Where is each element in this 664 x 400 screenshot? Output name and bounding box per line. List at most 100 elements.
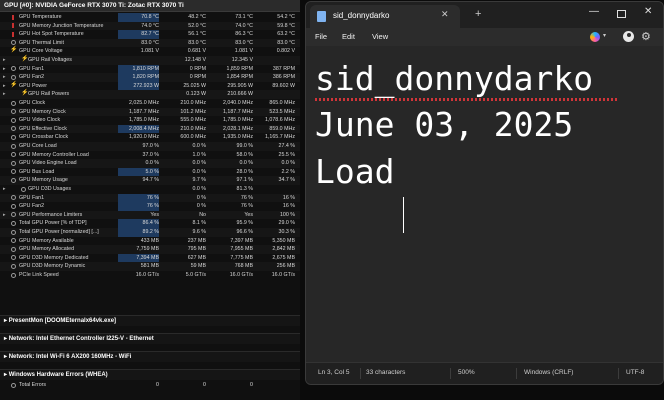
window-close-icon[interactable]: ✕ xyxy=(644,6,652,17)
sensor-min-value: 0.681 V xyxy=(187,48,206,55)
sensor-row[interactable]: GPU D3D Memory Dedicated 7,394 MB 627 MB 7,… xyxy=(0,253,300,263)
account-icon[interactable] xyxy=(623,31,634,42)
sensor-label: GPU D3D Memory Dedicated xyxy=(19,254,89,261)
sensor-row[interactable]: GPU Memory Available 433 MB 237 MB 7,397 MB… xyxy=(0,237,300,246)
sensor-row[interactable]: ▸ ⚡ GPU Power 272.923 W 25.025 W 295.905 W 89.… xyxy=(0,81,300,91)
sensor-row[interactable]: GPU Effective Clock 2,008.4 MHz 210.0 MHz 2… xyxy=(0,124,300,134)
sensor-label: GPU Rail Voltages xyxy=(28,57,72,63)
fan-icon xyxy=(11,203,16,209)
sensor-row[interactable]: Total Errors 0 0 0 xyxy=(0,381,300,390)
sensor-row[interactable]: ⚡ GPU Core Voltage 1.081 V 0.681 V 1.081 V 0.… xyxy=(0,47,300,56)
menu-edit[interactable]: Edit xyxy=(342,32,355,41)
sensor-current-value: 581 MB xyxy=(140,263,159,270)
sensor-row[interactable]: GPU Core Load 97.0 % 0.0 % 99.0 % 27.4 % xyxy=(0,142,300,151)
sensor-row[interactable]: GPU Bus Load 5.0 % 0.0 % 28.0 % 2.2 % xyxy=(0,167,300,177)
sensor-row[interactable]: GPU Thermal Limit 83.0 °C 83.0 °C 83.0 °C 83… xyxy=(0,38,300,48)
sensor-label: GPU Memory Clock xyxy=(19,108,66,115)
sensor-group-header[interactable]: ▸ Windows Hardware Errors (WHEA) xyxy=(0,369,300,380)
sensor-row[interactable]: ▸ ⚡ GPU Rail Powers 0.123 W 210.666 W xyxy=(0,90,300,99)
sensor-max-value: 210.666 W xyxy=(227,91,253,98)
title-bar[interactable]: sid_donnydarko ✕ + — ✕ xyxy=(306,2,663,28)
sensor-min-value: 56.1 °C xyxy=(188,31,206,38)
sensor-row[interactable]: GPU Memory Clock 1,187.7 MHz 101.2 MHz 1,18… xyxy=(0,107,300,117)
sensor-min-value: 600.0 MHz xyxy=(180,134,206,141)
sensor-row[interactable]: ▸ GPU Performance Limiters Yes No Yes 100 % xyxy=(0,210,300,220)
sensor-group-header[interactable]: ▸ Network: Intel Ethernet Controller I22… xyxy=(0,333,300,344)
sensor-avg-value: 83.0 °C xyxy=(277,39,295,46)
sensor-row[interactable]: GPU Fan1 76 % 0 % 76 % 16 % xyxy=(0,193,300,203)
sensor-row[interactable]: PCIe Link Speed 16.0 GT/s 5.0 GT/s 16.0 GT/… xyxy=(0,271,300,280)
sensor-group-header[interactable]: ▸ PresentMon [DOOMEternalx64vk.exe] xyxy=(0,315,300,326)
zoom-level[interactable]: 500% xyxy=(458,369,475,376)
line-ending[interactable]: Windows (CRLF) xyxy=(524,369,573,376)
minimize-icon[interactable]: — xyxy=(589,6,599,17)
sensor-label: GPU Core Load xyxy=(19,143,57,149)
sensor-label: Total GPU Power [% of TDP] xyxy=(19,220,87,227)
sensor-min-value: 0 RPM xyxy=(189,65,206,72)
sensor-group-header[interactable]: ▸ Network: Intel Wi-Fi 6 AX200 160MHz - … xyxy=(0,351,300,362)
tab-close-icon[interactable]: ✕ xyxy=(441,9,449,20)
sensor-min-value: No xyxy=(199,211,206,218)
maximize-icon[interactable] xyxy=(617,10,626,18)
sensor-avg-value: 100 % xyxy=(279,211,295,218)
sensor-row[interactable]: GPU Video Clock 1,785.0 MHz 555.0 MHz 1,785… xyxy=(0,116,300,125)
sensor-row[interactable]: GPU Temperature 70.8 °C 48.2 °C 73.1 °C 54.2… xyxy=(0,13,300,22)
sensor-current-value: 16.0 GT/s xyxy=(135,272,159,278)
sensor-row[interactable]: ▸ GPU D3D Usages 0.0 % 81.3 % xyxy=(0,185,300,194)
sensor-min-value: 210.0 MHz xyxy=(180,100,206,106)
sensor-avg-value: 386 RPM xyxy=(272,74,295,81)
sensor-row[interactable]: GPU Clock 2,025.0 MHz 210.0 MHz 2,040.0 MHz… xyxy=(0,99,300,108)
expand-chevron-icon[interactable]: ▸ xyxy=(3,73,6,82)
chevron-down-icon[interactable]: ▾ xyxy=(603,32,606,39)
vertical-scrollbar[interactable] xyxy=(655,50,658,350)
document-tab[interactable]: sid_donnydarko ✕ xyxy=(310,5,460,28)
gear-icon[interactable]: ⚙ xyxy=(641,30,651,43)
sensor-row[interactable]: ▸ GPU Fan2 1,820 RPM 0 RPM 1,854 RPM 386 RPM xyxy=(0,73,300,82)
expand-chevron-icon[interactable]: ▸ xyxy=(3,65,6,74)
expand-chevron-icon[interactable]: ▸ xyxy=(3,90,6,99)
sensor-row[interactable]: GPU Memory Controller Load 37.0 % 1.0 % 58.… xyxy=(0,151,300,160)
sensor-row[interactable]: Total GPU Power [normalized] [...] 89.2 %… xyxy=(0,228,300,237)
sensor-row[interactable]: GPU Video Engine Load 0.0 % 0.0 % 0.0 % 0.0 … xyxy=(0,159,300,168)
new-tab-icon[interactable]: + xyxy=(475,8,481,20)
sensor-min-value: 627 MB xyxy=(187,254,206,261)
sensor-row[interactable]: GPU Hot Spot Temperature 82.7 °C 56.1 °C 86… xyxy=(0,30,300,39)
sensor-row[interactable]: GPU Memory Usage 94.7 % 9.7 % 97.1 % 34.7 % xyxy=(0,176,300,185)
sensor-row[interactable]: GPU Crossbar Clock 1,920.0 MHz 600.0 MHz 1,… xyxy=(0,133,300,142)
sensor-current-value: 1,920.0 MHz xyxy=(128,134,159,141)
notepad-window: sid_donnydarko ✕ + — ✕ File Edit View ▾ … xyxy=(305,1,664,385)
menu-view[interactable]: View xyxy=(372,32,388,41)
expand-chevron-icon[interactable]: ▸ xyxy=(3,82,6,91)
menu-file[interactable]: File xyxy=(315,32,327,41)
bolt-icon: ⚡ xyxy=(10,81,18,88)
tab-title: sid_donnydarko xyxy=(333,11,390,20)
sensor-max-value: 2,040.0 MHz xyxy=(222,100,253,106)
text-editor[interactable]: sid_donnydarko June 03, 2025 Load xyxy=(306,46,663,362)
sensor-max-value: 1,187.7 MHz xyxy=(222,108,253,115)
sensor-row[interactable]: GPU Fan2 76 % 0 % 76 % 16 % xyxy=(0,202,300,211)
sensor-row[interactable]: ▸ GPU Fan1 1,810 RPM 0 RPM 1,859 RPM 387 RPM xyxy=(0,64,300,74)
status-divider xyxy=(618,368,619,379)
sensor-row[interactable]: GPU Memory Junction Temperature 74.0 °C 52… xyxy=(0,21,300,31)
sensor-group-title: Windows Hardware Errors (WHEA) xyxy=(8,372,108,378)
expand-chevron-icon[interactable]: ▸ xyxy=(3,185,6,194)
link-icon xyxy=(11,272,16,278)
gpu-sensor-group-header[interactable]: GPU [#0]: NVIDIA GeForce RTX 3070 Ti: Zo… xyxy=(0,0,300,12)
sensor-avg-value: 2,842 MB xyxy=(272,246,295,253)
expand-chevron-icon[interactable]: ▸ xyxy=(3,211,6,220)
load-icon xyxy=(11,152,16,158)
expand-chevron-icon[interactable]: ▸ xyxy=(3,56,6,65)
load-icon xyxy=(11,177,16,183)
sensor-row[interactable]: GPU D3D Memory Dynamic 581 MB 59 MB 768 MB 2… xyxy=(0,262,300,271)
sensor-row[interactable]: Total GPU Power [% of TDP] 86.4 % 8.1 % 95.… xyxy=(0,219,300,228)
copilot-icon[interactable] xyxy=(590,32,600,42)
memory-icon xyxy=(11,263,16,269)
sensor-current-value: 76 % xyxy=(118,193,159,203)
sensor-min-value: 0 RPM xyxy=(189,74,206,81)
encoding[interactable]: UTF-8 xyxy=(626,369,644,376)
sensor-row[interactable]: GPU Memory Allocated 7,759 MB 795 MB 7,955 … xyxy=(0,245,300,254)
sensor-label: GPU Hot Spot Temperature xyxy=(19,31,84,38)
sensor-row[interactable]: ▸ ⚡ GPU Rail Voltages 12.148 V 12.345 V xyxy=(0,56,300,65)
sensor-min-value: 555.0 MHz xyxy=(180,117,206,124)
bolt-icon: ⚡ xyxy=(10,47,18,54)
